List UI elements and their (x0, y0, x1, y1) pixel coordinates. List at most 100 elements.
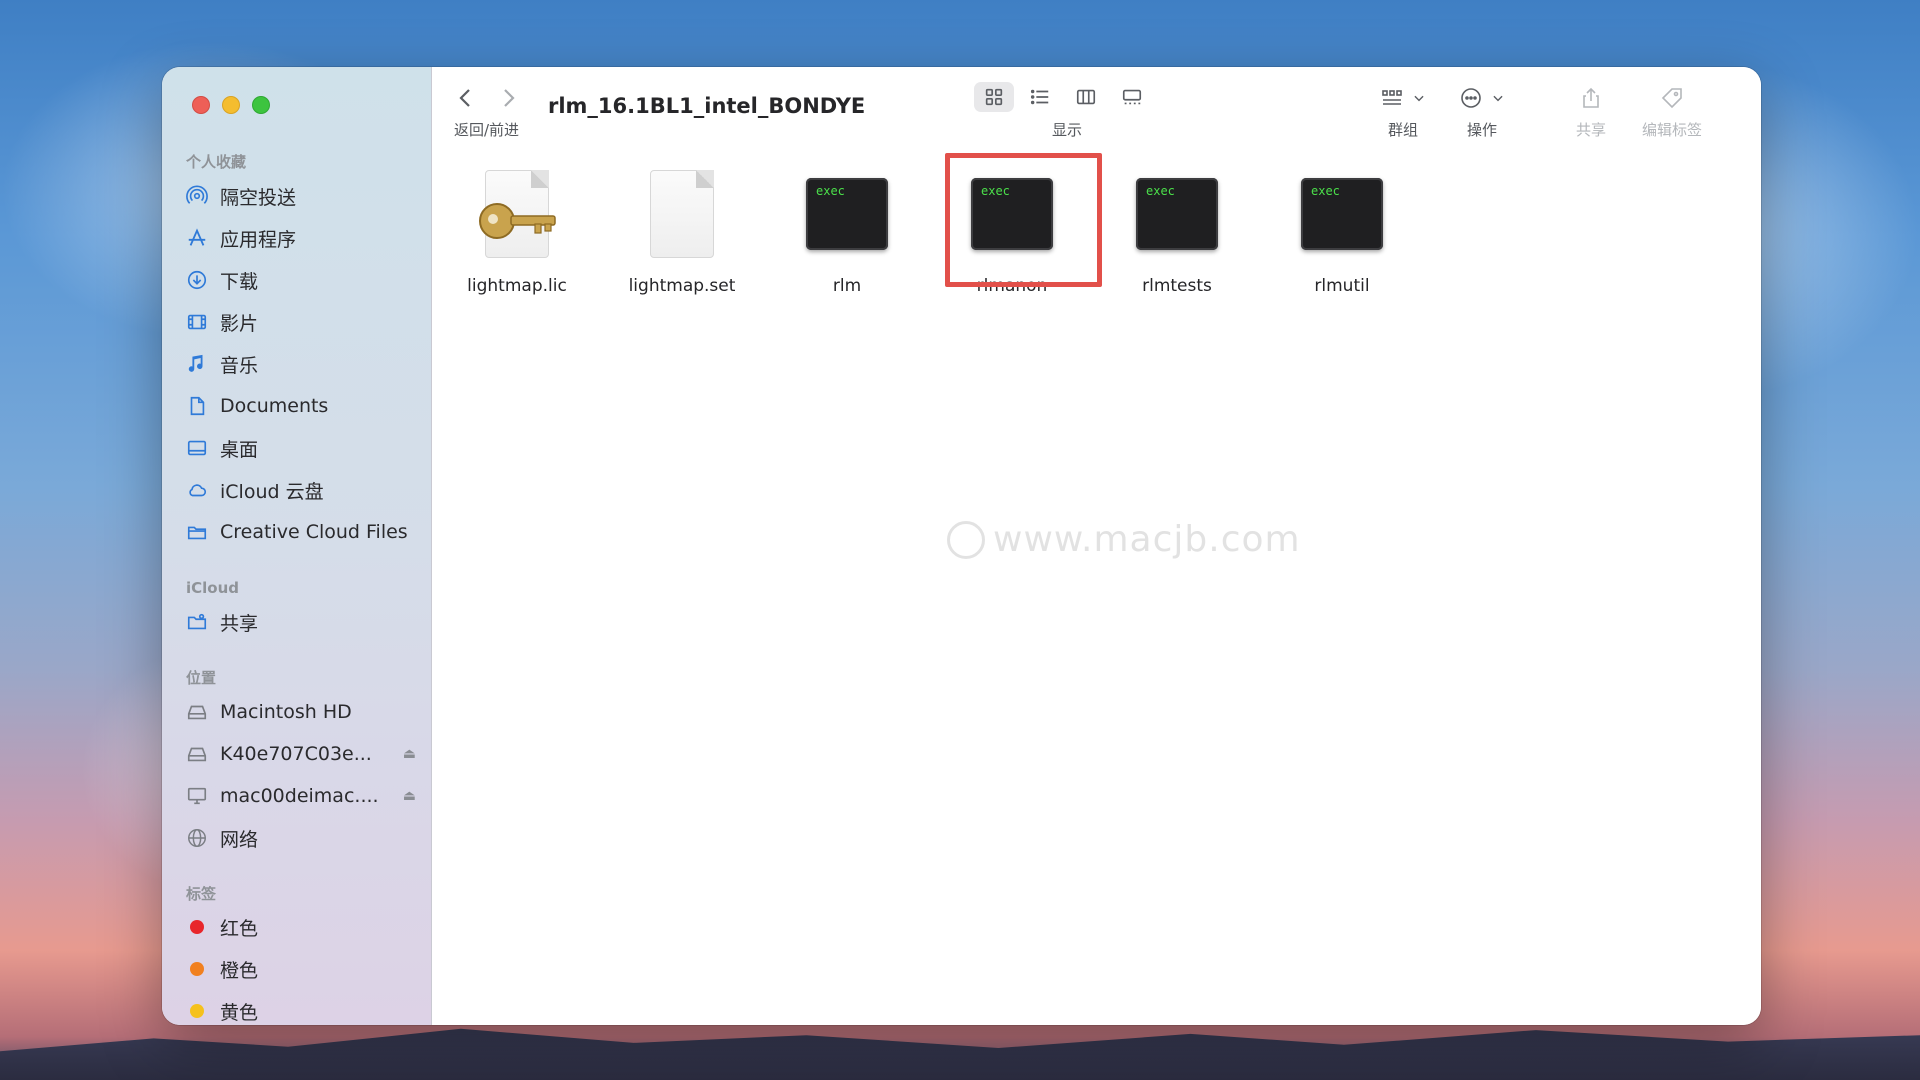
sidebar-item-macintosh-hd[interactable]: Macintosh HD (184, 695, 424, 729)
view-label: 显示 (1052, 121, 1083, 139)
sidebar-item-tag-orange[interactable]: 橙色 (184, 952, 424, 986)
sidebar-item-creative-cloud[interactable]: Creative Cloud Files (184, 515, 424, 549)
window-title: rlm_16.1BL1_intel_BONDYE (548, 94, 866, 118)
watermark-text: www.macjb.com (993, 519, 1301, 560)
tag-color-dot (190, 920, 204, 934)
sidebar: 个人收藏 隔空投送 应用程序 下载 影片 音乐 Documents 桌面 iCl… (162, 67, 432, 1025)
sidebar-item-music[interactable]: 音乐 (184, 347, 424, 381)
sidebar-item-label: iCloud 云盘 (220, 480, 324, 503)
forward-button[interactable] (498, 87, 518, 115)
blank-document-icon (632, 164, 732, 264)
disk-icon (184, 699, 210, 725)
edit-tags-label: 编辑标签 (1642, 121, 1703, 139)
tag-color-dot (190, 962, 204, 976)
sidebar-item-desktop[interactable]: 桌面 (184, 431, 424, 465)
close-button[interactable] (192, 96, 210, 114)
action-button[interactable]: 操作 (1459, 83, 1505, 140)
sidebar-item-shared[interactable]: 共享 (184, 605, 424, 639)
file-item[interactable]: exec rlmutil (1267, 164, 1417, 296)
tag-icon (1661, 88, 1682, 109)
eject-icon[interactable]: ⏏ (403, 788, 416, 804)
sidebar-item-label: 桌面 (220, 438, 259, 461)
exec-icon: exec (1127, 164, 1227, 264)
file-name: lightmap.set (628, 276, 736, 296)
eject-icon[interactable]: ⏏ (403, 746, 416, 762)
sidebar-item-tag-yellow[interactable]: 黄色 (184, 994, 424, 1025)
desktop-icon (184, 435, 210, 461)
file-name: rlm (832, 276, 862, 296)
sidebar-item-applications[interactable]: 应用程序 (184, 221, 424, 255)
sidebar-item-label: 橙色 (220, 959, 259, 982)
file-item[interactable]: lightmap.lic (442, 164, 592, 296)
file-item[interactable]: exec rlmtests (1102, 164, 1252, 296)
sidebar-item-label: Documents (220, 395, 329, 417)
cloud-icon (184, 477, 210, 503)
group-label: 群组 (1387, 121, 1418, 139)
sidebar-item-label: Macintosh HD (220, 701, 352, 723)
network-icon (184, 825, 210, 851)
chevron-down-icon (1414, 95, 1424, 102)
license-key-icon (467, 164, 567, 264)
exec-badge: exec (1146, 184, 1175, 198)
file-name: lightmap.lic (467, 276, 567, 296)
watermark: www.macjb.com (947, 519, 1301, 560)
applications-icon (184, 225, 210, 251)
sidebar-item-label: mac00deimac.... (220, 785, 379, 807)
movies-icon (184, 309, 210, 335)
sidebar-item-documents[interactable]: Documents (184, 389, 424, 423)
back-button[interactable] (456, 87, 476, 115)
shared-folder-icon (184, 609, 210, 635)
sidebar-item-label: 共享 (220, 612, 259, 635)
sidebar-item-computer[interactable]: mac00deimac.... ⏏ (184, 779, 424, 813)
group-icon (1382, 90, 1402, 105)
action-label: 操作 (1466, 121, 1497, 139)
list-view-button[interactable] (1020, 82, 1060, 112)
file-name: rlmutil (1314, 276, 1370, 296)
highlight-box (945, 153, 1102, 287)
sidebar-item-movies[interactable]: 影片 (184, 305, 424, 339)
exec-icon: exec (797, 164, 897, 264)
sidebar-item-tag-red[interactable]: 红色 (184, 910, 424, 944)
share-icon (1583, 87, 1599, 108)
nav-label: 返回/前进 (454, 121, 520, 139)
airdrop-icon (184, 183, 210, 209)
disk-icon (184, 741, 210, 767)
sidebar-item-network[interactable]: 网络 (184, 821, 424, 855)
sidebar-item-label: 红色 (220, 917, 259, 940)
column-view-button[interactable] (1066, 82, 1106, 112)
chevron-down-icon (1493, 95, 1503, 102)
icon-view-button[interactable] (974, 82, 1014, 112)
sidebar-item-airdrop[interactable]: 隔空投送 (184, 179, 424, 213)
more-icon (1461, 88, 1481, 108)
window-controls (192, 96, 270, 114)
background-hills (0, 1028, 1920, 1080)
section-title-favorites: 个人收藏 (186, 153, 247, 171)
sidebar-item-label: 黄色 (220, 1001, 259, 1024)
sidebar-item-external-disk[interactable]: K40e707C03e... ⏏ (184, 737, 424, 771)
sidebar-item-label: 音乐 (220, 354, 259, 377)
edit-tags-button[interactable]: 编辑标签 (1642, 83, 1702, 140)
navigation-buttons (456, 87, 518, 115)
sidebar-item-icloud-drive[interactable]: iCloud 云盘 (184, 473, 424, 507)
sidebar-item-label: Creative Cloud Files (220, 521, 408, 543)
toolbar: 返回/前进 rlm_16.1BL1_intel_BONDYE 显示 群组 操作 … (432, 67, 1761, 157)
section-title-tags: 标签 (186, 885, 217, 903)
exec-badge: exec (1311, 184, 1340, 198)
share-button[interactable]: 共享 (1576, 83, 1606, 140)
section-title-locations: 位置 (186, 669, 217, 687)
file-item[interactable]: lightmap.set (607, 164, 757, 296)
minimize-button[interactable] (222, 96, 240, 114)
download-icon (184, 267, 210, 293)
tag-color-dot (190, 1004, 204, 1018)
sidebar-item-label: 影片 (220, 312, 259, 335)
file-name: rlmtests (1142, 276, 1212, 296)
zoom-button[interactable] (252, 96, 270, 114)
file-item-selected[interactable]: exec rlm (772, 164, 922, 296)
gallery-view-button[interactable] (1112, 82, 1152, 112)
music-icon (184, 351, 210, 377)
sidebar-item-downloads[interactable]: 下载 (184, 263, 424, 297)
share-label: 共享 (1576, 121, 1607, 139)
group-button[interactable]: 群组 (1380, 83, 1426, 140)
folder-icon (184, 519, 210, 545)
exec-badge: exec (816, 184, 845, 198)
